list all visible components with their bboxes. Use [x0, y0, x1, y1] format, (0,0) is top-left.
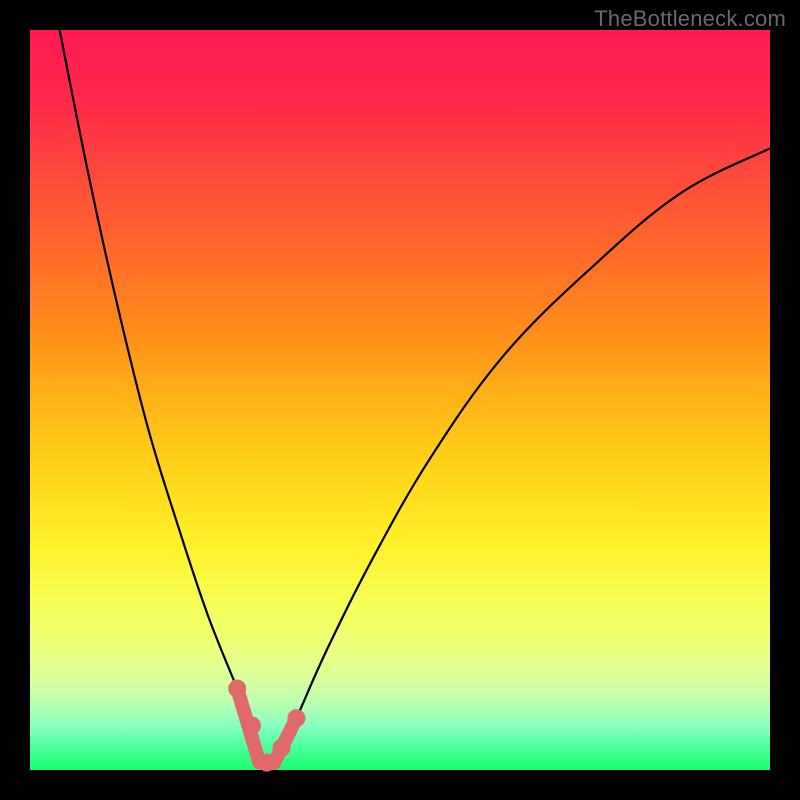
marker-dot — [273, 739, 291, 757]
marker-dot — [287, 709, 305, 727]
watermark-text: TheBottleneck.com — [594, 6, 786, 32]
marker-dot — [228, 680, 246, 698]
plot-area — [30, 30, 770, 770]
markers-layer — [30, 30, 770, 770]
chart-canvas: TheBottleneck.com — [0, 0, 800, 800]
marker-dot — [258, 754, 276, 772]
marker-dot — [243, 717, 261, 735]
marker-dots — [228, 680, 305, 772]
